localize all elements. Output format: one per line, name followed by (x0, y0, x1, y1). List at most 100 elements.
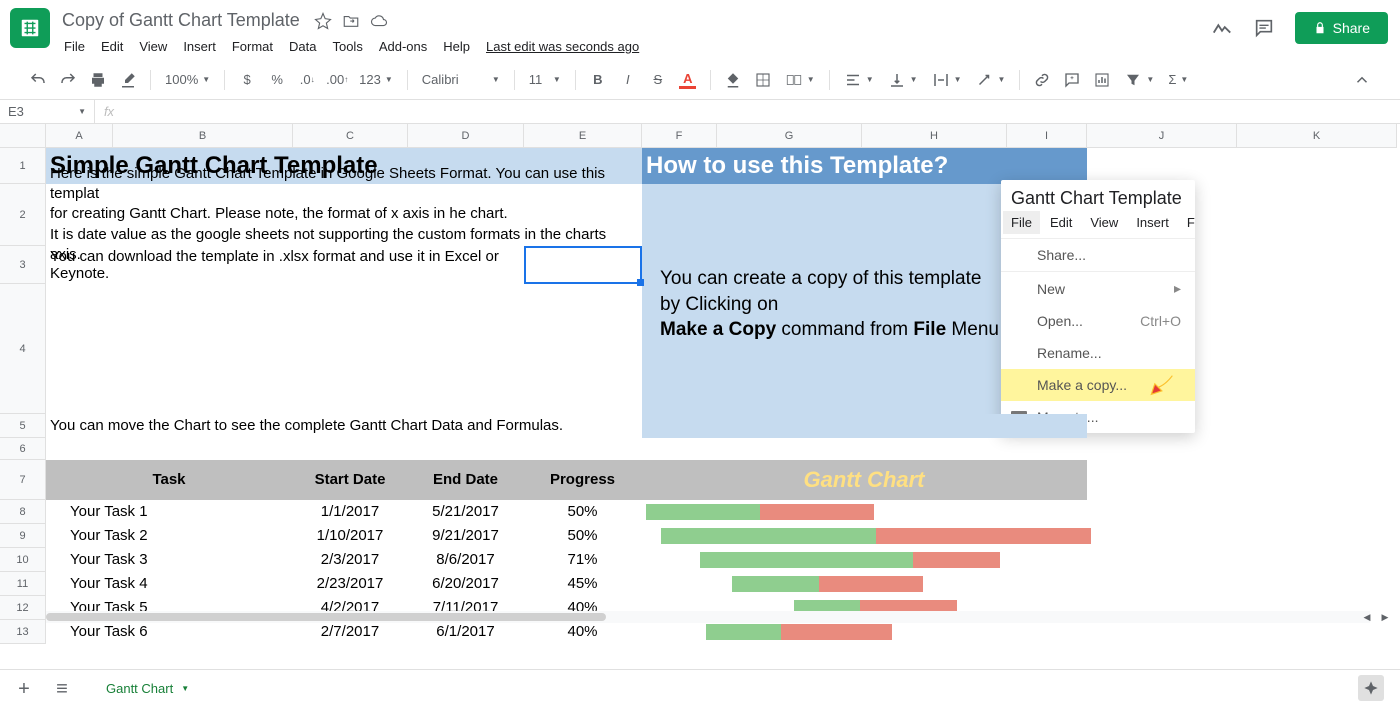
row-header-3[interactable]: 3 (0, 246, 46, 284)
task-name-1[interactable]: Your Task 2 (46, 524, 293, 548)
vertical-align-button[interactable]: ▼ (882, 66, 924, 94)
text-color-button[interactable]: A (674, 66, 702, 94)
explore-button[interactable] (1358, 675, 1384, 701)
move-folder-icon[interactable] (342, 12, 360, 30)
last-edit-link[interactable]: Last edit was seconds ago (480, 35, 645, 58)
selected-cell-e3[interactable] (524, 246, 642, 284)
task-end-1[interactable]: 9/21/2017 (408, 524, 524, 548)
task-start-1[interactable]: 1/10/2017 (293, 524, 408, 548)
menu-help[interactable]: Help (437, 35, 476, 58)
row-header-7[interactable]: 7 (0, 460, 46, 500)
hdr-progress[interactable]: Progress (524, 460, 642, 500)
scroll-right-icon[interactable]: ▶ (1376, 611, 1394, 623)
menu-format[interactable]: Format (226, 35, 279, 58)
fill-color-button[interactable] (719, 66, 747, 94)
move-chart-note[interactable]: You can move the Chart to see the comple… (46, 414, 642, 438)
task-name-0[interactable]: Your Task 1 (46, 500, 293, 524)
text-wrap-button[interactable]: ▼ (926, 66, 968, 94)
filter-button[interactable]: ▼ (1118, 66, 1160, 94)
formula-input[interactable] (123, 100, 1400, 123)
select-all-corner[interactable] (0, 124, 46, 148)
hdr-gantt[interactable]: Gantt Chart (642, 460, 1087, 500)
scroll-left-icon[interactable]: ◀ (1358, 611, 1376, 623)
merge-cells-button[interactable]: ▼ (779, 66, 821, 94)
document-title[interactable]: Copy of Gantt Chart Template (58, 8, 304, 33)
task-end-2[interactable]: 8/6/2017 (408, 548, 524, 572)
col-header-K[interactable]: K (1237, 124, 1397, 148)
task-progress-2[interactable]: 71% (524, 548, 642, 572)
row-header-11[interactable]: 11 (0, 572, 46, 596)
insert-chart-button[interactable] (1088, 66, 1116, 94)
task-progress-5[interactable]: 40% (524, 620, 642, 644)
add-sheet-button[interactable]: + (12, 678, 36, 702)
functions-button[interactable]: Σ▼ (1162, 66, 1194, 94)
row-header-10[interactable]: 10 (0, 548, 46, 572)
row-header-5[interactable]: 5 (0, 414, 46, 438)
download-note[interactable]: You can download the template in .xlsx f… (46, 246, 524, 284)
task-progress-1[interactable]: 50% (524, 524, 642, 548)
zoom-dropdown[interactable]: 100%▼ (159, 66, 216, 94)
all-sheets-button[interactable]: ≡ (50, 678, 74, 702)
col-header-J[interactable]: J (1087, 124, 1237, 148)
menu-insert[interactable]: Insert (177, 35, 222, 58)
title-right[interactable]: How to use this Template? (642, 148, 1087, 184)
text-rotation-button[interactable]: ▼ (969, 66, 1011, 94)
spreadsheet-grid[interactable]: ABCDEFGHIJK 12345678910111213 Simple Gan… (0, 124, 1400, 664)
increase-decimal-button[interactable]: .00↑ (323, 66, 351, 94)
font-dropdown[interactable]: Calibri▼ (416, 66, 506, 94)
task-name-2[interactable]: Your Task 3 (46, 548, 293, 572)
task-start-3[interactable]: 2/23/2017 (293, 572, 408, 596)
number-format-dropdown[interactable]: 123▼ (353, 66, 399, 94)
row-header-6[interactable]: 6 (0, 438, 46, 460)
activity-icon[interactable] (1211, 17, 1233, 39)
task-start-2[interactable]: 2/3/2017 (293, 548, 408, 572)
sheets-logo[interactable] (10, 8, 50, 48)
row-header-13[interactable]: 13 (0, 620, 46, 644)
insert-comment-button[interactable] (1058, 66, 1086, 94)
hdr-task[interactable]: Task (46, 460, 293, 500)
task-start-5[interactable]: 2/7/2017 (293, 620, 408, 644)
task-start-0[interactable]: 1/1/2017 (293, 500, 408, 524)
menu-addons[interactable]: Add-ons (373, 35, 433, 58)
currency-button[interactable]: $ (233, 66, 261, 94)
hdr-start[interactable]: Start Date (293, 460, 408, 500)
row-header-8[interactable]: 8 (0, 500, 46, 524)
col-header-G[interactable]: G (717, 124, 862, 148)
percent-button[interactable]: % (263, 66, 291, 94)
col-header-D[interactable]: D (408, 124, 524, 148)
borders-button[interactable] (749, 66, 777, 94)
font-size-dropdown[interactable]: 11▼ (523, 66, 567, 94)
redo-button[interactable] (54, 66, 82, 94)
blue-row5[interactable] (642, 414, 1087, 438)
col-header-B[interactable]: B (113, 124, 293, 148)
insert-link-button[interactable] (1028, 66, 1056, 94)
strikethrough-button[interactable]: S (644, 66, 672, 94)
task-end-5[interactable]: 6/1/2017 (408, 620, 524, 644)
menu-edit[interactable]: Edit (95, 35, 129, 58)
cloud-status-icon[interactable] (370, 12, 388, 30)
menu-data[interactable]: Data (283, 35, 322, 58)
col-header-I[interactable]: I (1007, 124, 1087, 148)
task-end-3[interactable]: 6/20/2017 (408, 572, 524, 596)
menu-tools[interactable]: Tools (326, 35, 368, 58)
menu-view[interactable]: View (133, 35, 173, 58)
desc-block[interactable]: Here is the simple Gantt Chart Template … (46, 184, 642, 246)
sheet-tab-active[interactable]: Gantt Chart▼ (88, 673, 207, 706)
bold-button[interactable]: B (584, 66, 612, 94)
collapse-toolbar-button[interactable] (1348, 66, 1376, 94)
col-header-E[interactable]: E (524, 124, 642, 148)
row-header-12[interactable]: 12 (0, 596, 46, 620)
col-header-A[interactable]: A (46, 124, 113, 148)
star-icon[interactable] (314, 12, 332, 30)
undo-button[interactable] (24, 66, 52, 94)
task-name-3[interactable]: Your Task 4 (46, 572, 293, 596)
task-progress-3[interactable]: 45% (524, 572, 642, 596)
col-header-H[interactable]: H (862, 124, 1007, 148)
row-header-2[interactable]: 2 (0, 184, 46, 246)
col-header-F[interactable]: F (642, 124, 717, 148)
horizontal-scrollbar[interactable]: ▶ ◀ (46, 611, 1370, 623)
task-progress-0[interactable]: 50% (524, 500, 642, 524)
name-box[interactable]: E3▼ (0, 100, 95, 123)
italic-button[interactable]: I (614, 66, 642, 94)
share-button[interactable]: Share (1295, 12, 1388, 44)
